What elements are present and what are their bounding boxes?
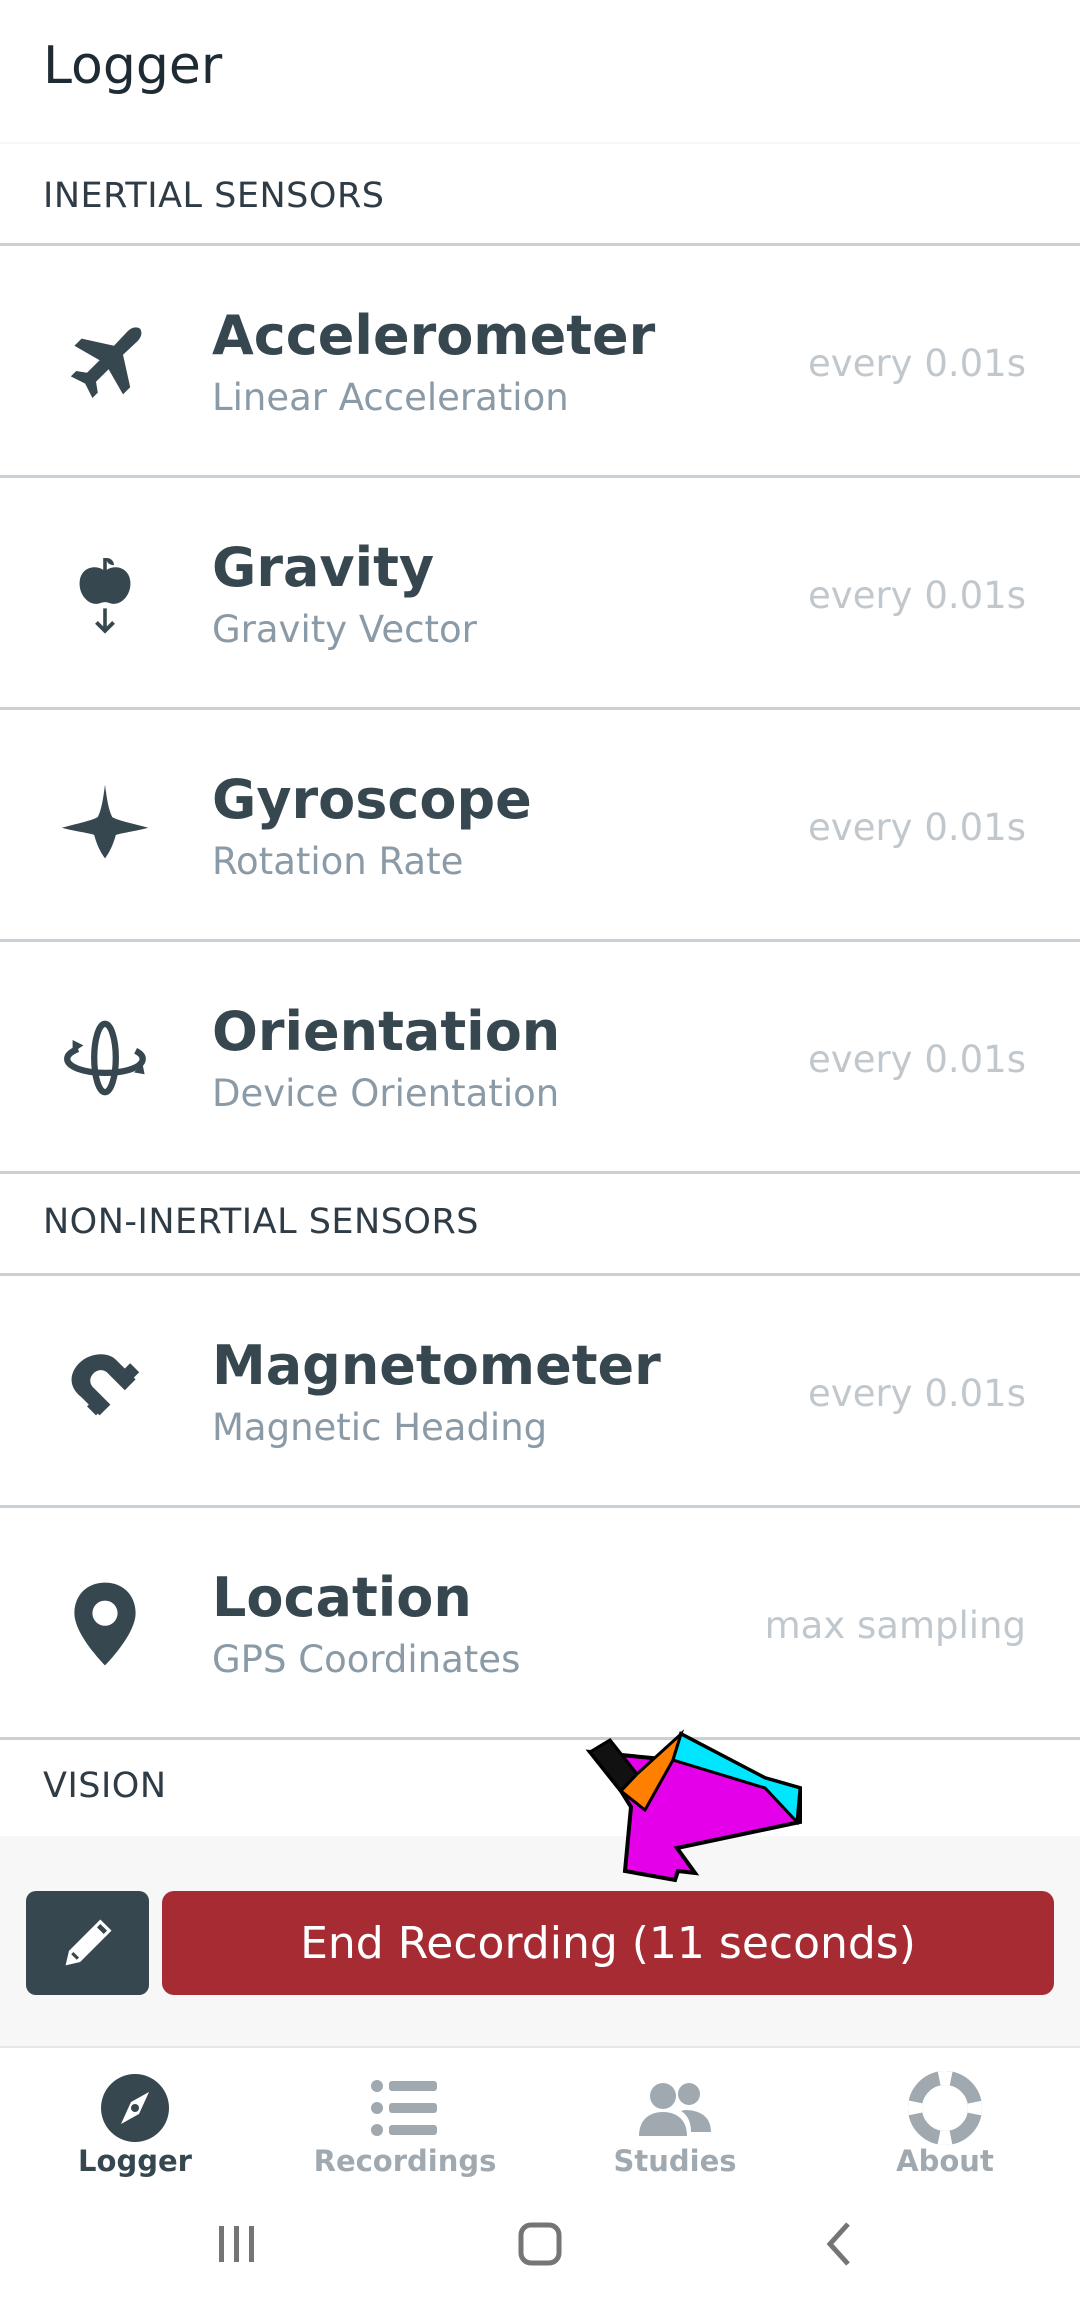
sensor-rate: every 0.01s	[808, 806, 1026, 849]
nav-label: Recordings	[313, 2144, 497, 2178]
nav-item-about[interactable]: About	[810, 2048, 1080, 2188]
apple-falling-icon	[55, 544, 155, 644]
recent-apps-button[interactable]	[197, 2212, 277, 2276]
section-non-inertial-sensors: NON-INERTIAL SENSORS	[0, 1174, 1080, 1276]
home-button[interactable]	[500, 2212, 580, 2276]
sensor-rate: every 0.01s	[808, 574, 1026, 617]
cursor-pointer-icon	[585, 1729, 802, 1883]
magnet-icon	[55, 1342, 155, 1442]
sensor-row-magnetometer[interactable]: Magnetometer Magnetic Heading every 0.01…	[0, 1276, 1080, 1508]
sensor-subtitle: Gravity Vector	[212, 608, 477, 651]
back-button[interactable]	[802, 2212, 882, 2276]
orientation-icon	[55, 1008, 155, 1108]
list-icon	[367, 2070, 443, 2146]
compass-icon	[97, 2070, 173, 2146]
sensor-name: Magnetometer	[212, 1334, 661, 1397]
nav-label: About	[896, 2144, 994, 2178]
sensor-row-gravity[interactable]: Gravity Gravity Vector every 0.01s	[0, 478, 1080, 710]
bottom-navigation: Logger Recordings Studies About	[0, 2048, 1080, 2188]
sensor-row-accelerometer[interactable]: Accelerometer Linear Acceleration every …	[0, 246, 1080, 478]
sensor-rate: every 0.01s	[808, 1372, 1026, 1415]
nav-label: Studies	[613, 2144, 737, 2178]
pencil-icon	[65, 1919, 112, 1966]
airplane-icon	[55, 312, 155, 412]
home-icon	[518, 2222, 562, 2266]
sensor-name: Gravity	[212, 536, 435, 599]
map-pin-icon	[55, 1574, 155, 1674]
sensor-subtitle: Device Orientation	[212, 1072, 560, 1115]
lifebuoy-icon	[907, 2070, 983, 2146]
system-navigation-bar	[0, 2188, 1080, 2303]
sensor-name: Location	[212, 1566, 472, 1629]
nav-item-recordings[interactable]: Recordings	[270, 2048, 540, 2188]
section-inertial-sensors: INERTIAL SENSORS	[0, 146, 1080, 246]
recording-action-bar: End Recording (11 seconds)	[0, 1836, 1080, 2048]
sensor-name: Orientation	[212, 1000, 561, 1063]
sensor-name: Accelerometer	[212, 304, 656, 367]
section-label: NON-INERTIAL SENSORS	[43, 1202, 480, 1242]
section-label: VISION	[43, 1766, 167, 1806]
back-icon	[826, 2222, 850, 2266]
end-recording-button[interactable]: End Recording (11 seconds)	[162, 1891, 1054, 1995]
sensor-row-location[interactable]: Location GPS Coordinates max sampling	[0, 1508, 1080, 1740]
sensor-row-orientation[interactable]: Orientation Device Orientation every 0.0…	[0, 942, 1080, 1174]
sensor-row-gyroscope[interactable]: Gyroscope Rotation Rate every 0.01s	[0, 710, 1080, 942]
sensor-rate: max sampling	[764, 1604, 1026, 1647]
recent-apps-icon	[219, 2226, 254, 2262]
sensor-rate: every 0.01s	[808, 342, 1026, 385]
sensor-subtitle: Linear Acceleration	[212, 376, 569, 419]
nav-item-logger[interactable]: Logger	[0, 2048, 270, 2188]
nav-label: Logger	[78, 2144, 192, 2178]
spinning-top-icon	[55, 776, 155, 876]
edit-button[interactable]	[26, 1891, 149, 1995]
section-vision: VISION	[0, 1740, 1080, 1836]
page-title: Logger	[43, 36, 223, 96]
sensor-subtitle: GPS Coordinates	[212, 1638, 521, 1681]
section-label: INERTIAL SENSORS	[43, 176, 385, 216]
nav-item-studies[interactable]: Studies	[540, 2048, 810, 2188]
sensor-name: Gyroscope	[212, 768, 532, 831]
sensor-rate: every 0.01s	[808, 1038, 1026, 1081]
app-header: Logger	[0, 0, 1080, 144]
sensor-subtitle: Magnetic Heading	[212, 1406, 548, 1449]
sensor-subtitle: Rotation Rate	[212, 840, 464, 883]
users-icon	[637, 2070, 713, 2146]
